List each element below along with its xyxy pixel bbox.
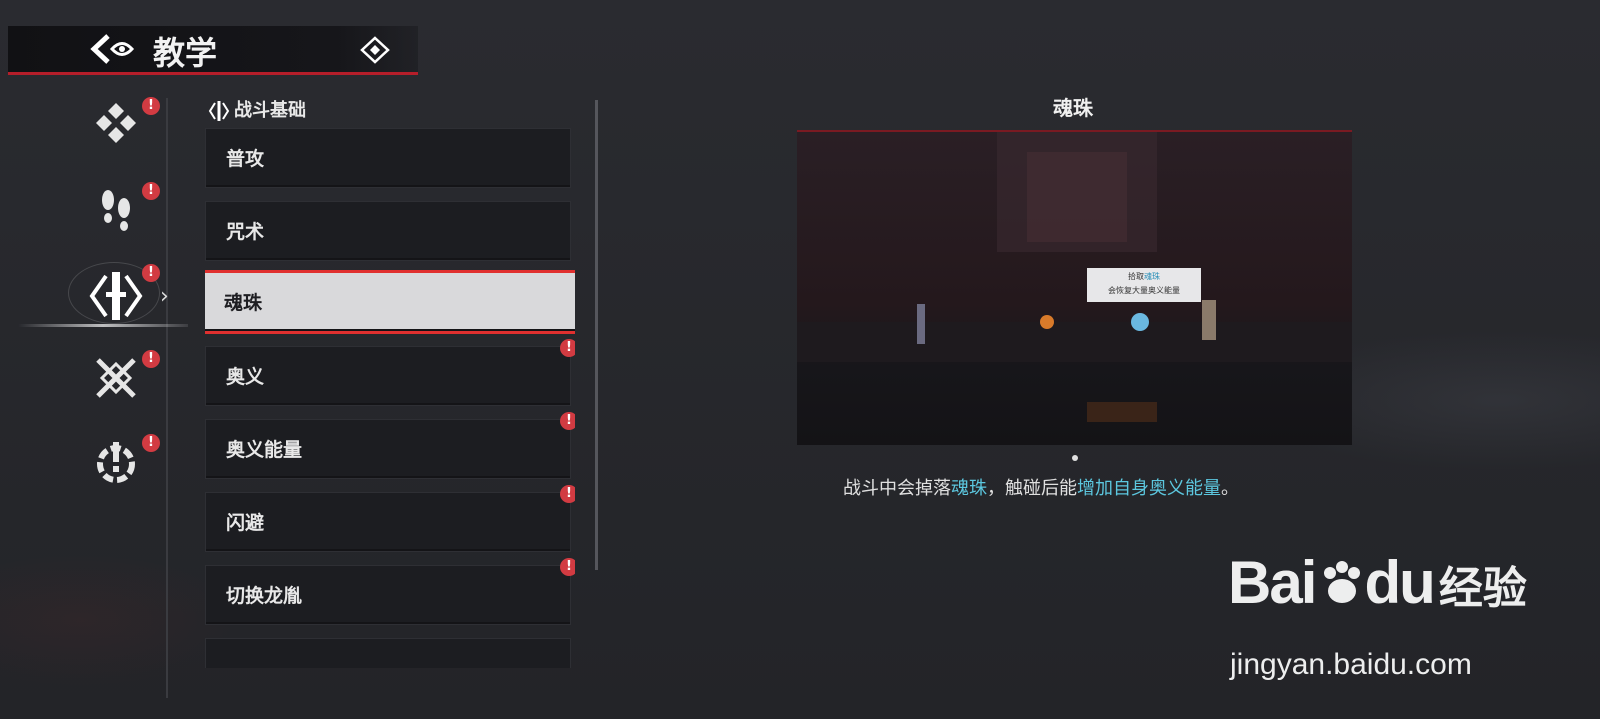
list-item-label: 咒术 (226, 221, 265, 243)
desc-highlight: 魂珠 (951, 478, 987, 499)
top-bar: 教学 (8, 26, 418, 75)
footprints-icon (102, 190, 130, 231)
desc-highlight: 增加自身奥义能量 (1077, 478, 1221, 499)
alert-badge: ! (560, 485, 575, 503)
back-arrow-icon (90, 34, 135, 64)
category-gear-alert[interactable]: ! (88, 434, 160, 490)
list-item[interactable]: 奥义 ! (205, 339, 575, 406)
alert-badge: ! (560, 412, 575, 430)
combat-sword-icon (208, 100, 230, 122)
list-item[interactable]: 咒术 (205, 201, 571, 261)
diamond-cluster-icon (96, 103, 136, 143)
crossed-blades-icon (96, 358, 136, 398)
list-item[interactable]: 闪避 ! (205, 485, 575, 552)
back-button[interactable] (90, 32, 136, 66)
detail-description: 战斗中会掉落魂珠，触碰后能增加自身奥义能量。 (843, 474, 1239, 500)
tooltip-text-2: 会恢复大量奥义能量 (1108, 286, 1180, 295)
list-item[interactable]: 普攻 (205, 128, 571, 188)
alert-badge: ! (142, 434, 160, 452)
list-item[interactable]: 切换龙胤 ! (205, 558, 575, 625)
list-item-label: 魂珠 (224, 292, 263, 314)
category-combat[interactable]: ! (88, 264, 160, 324)
page-title: 教学 (153, 34, 218, 72)
baidu-watermark: Bai du 经验 jingyan.baidu.com (1228, 548, 1527, 681)
watermark-brand: Bai (1228, 549, 1317, 616)
category-crossed-blades[interactable]: ! (88, 350, 160, 406)
detail-title: 魂珠 (1053, 96, 1093, 120)
desc-text: 战斗中会掉落 (843, 478, 951, 499)
game-scene-image (797, 132, 1352, 422)
list-item-label: 普攻 (226, 148, 265, 170)
category-diamond-cluster[interactable]: ! (88, 97, 160, 153)
list-item-label: 奥义能量 (226, 439, 303, 461)
list-item-label: 奥义 (226, 366, 265, 388)
section-header: 战斗基础 (208, 96, 306, 122)
tutorial-preview-video[interactable]: 拾取魂珠 会恢复大量奥义能量 (797, 130, 1352, 445)
watermark-brand-2: du (1364, 549, 1435, 616)
lesson-list[interactable]: 普攻 咒术 魂珠 奥义 ! 奥义能量 ! 闪避 ! 切换龙胤 ! (205, 128, 575, 668)
diamond-icon (360, 36, 390, 64)
chevron-right-icon: › (160, 284, 169, 309)
alert-badge: ! (560, 339, 575, 357)
desc-text: ，触碰后能 (987, 478, 1077, 499)
alert-badge: ! (142, 97, 160, 115)
alert-badge: ! (142, 264, 160, 282)
watermark-url: jingyan.baidu.com (1230, 648, 1472, 681)
combat-sword-icon (89, 272, 143, 320)
list-item-selected[interactable]: 魂珠 (205, 270, 575, 334)
section-title: 战斗基础 (234, 100, 306, 121)
alert-badge: ! (560, 558, 575, 576)
active-underline (18, 324, 188, 327)
pickup-tooltip: 拾取魂珠 会恢复大量奥义能量 (1087, 268, 1201, 302)
page-indicator-dot[interactable] (1072, 455, 1078, 461)
paw-logo-icon (1324, 561, 1361, 603)
list-item[interactable] (205, 638, 571, 668)
watermark-cn: 经验 (1438, 563, 1527, 614)
alert-badge: ! (142, 182, 160, 200)
list-scrollbar[interactable] (595, 100, 598, 570)
tooltip-text: 拾取 (1128, 272, 1144, 281)
category-footprints[interactable]: ! (88, 182, 160, 238)
desc-text: 。 (1221, 478, 1239, 499)
gear-alert-icon (97, 442, 135, 483)
category-rail-divider (166, 98, 168, 698)
alert-badge: ! (142, 350, 160, 368)
list-item-label: 切换龙胤 (226, 585, 303, 607)
diamond-menu-button[interactable] (360, 36, 390, 64)
list-item[interactable]: 奥义能量 ! (205, 412, 575, 479)
tooltip-highlight: 魂珠 (1144, 272, 1160, 281)
list-item-label: 闪避 (226, 512, 265, 534)
